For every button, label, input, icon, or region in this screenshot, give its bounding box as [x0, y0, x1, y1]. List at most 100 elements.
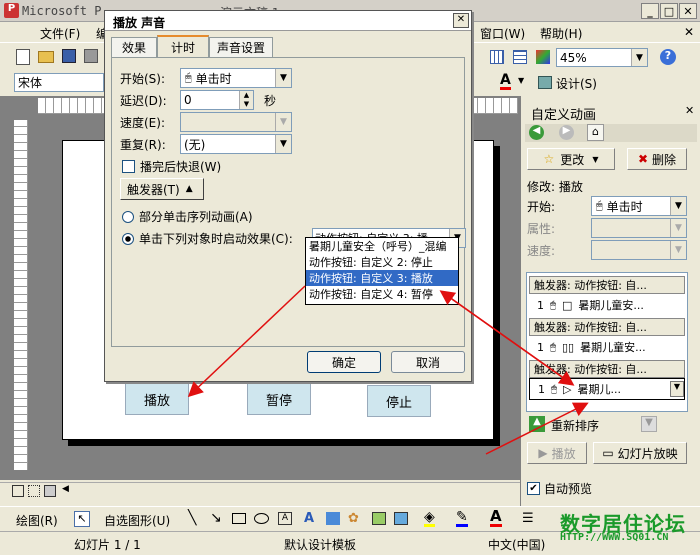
dropdown-option[interactable]: 动作按钮: 自定义 2: 停止 [306, 254, 458, 270]
list-item[interactable]: 1 🖱 ▯▯ 暑期儿童安... [527, 336, 687, 358]
font-color-icon[interactable]: A [500, 73, 511, 90]
oval-icon[interactable] [254, 513, 269, 524]
autopreview-checkbox[interactable]: ✔ 自动预览 [527, 480, 592, 497]
reorder-up-icon[interactable]: ▲ [529, 416, 545, 432]
tab-timing[interactable]: 计时 [157, 35, 209, 58]
grid-icon[interactable] [513, 50, 527, 64]
change-button[interactable]: ☆ 更改 ▼ [527, 148, 615, 170]
list-item[interactable]: 1 🖱 □ 暑期儿童安... [527, 294, 687, 316]
save-icon[interactable] [62, 49, 76, 63]
trigger-header-3[interactable]: 触发器: 动作按钮: 自... [529, 360, 685, 378]
font-name-combo[interactable]: 宋体 [14, 73, 104, 92]
design-icon[interactable] [538, 76, 552, 89]
slideshow-label: 幻灯片放映 [617, 446, 678, 461]
repeat-value: (无) [184, 137, 206, 152]
select-cursor-icon[interactable]: ↖ [74, 511, 90, 527]
textbox-icon[interactable]: A [278, 512, 292, 525]
radio-click-object[interactable]: 单击下列对象时启动效果(C): [122, 230, 293, 247]
dropdown-option[interactable]: 动作按钮: 自定义 4: 暂停 [306, 286, 458, 302]
design-button[interactable]: 设计(S) [556, 75, 597, 92]
play-action-button[interactable]: 播放 [125, 383, 189, 415]
repeat-combo[interactable]: (无) ▼ [180, 134, 292, 154]
dialog-close-icon[interactable]: ✕ [453, 13, 469, 28]
slideshow-view-icon[interactable] [44, 485, 56, 497]
draw-menu[interactable]: 绘图(R) [16, 512, 58, 529]
checkbox-icon[interactable] [122, 160, 135, 173]
list-item-selected[interactable]: 1 🖱 ▷ 暑期儿... ▼ [529, 378, 685, 400]
zoom-combo[interactable]: 45% ▼ [556, 48, 648, 67]
radio-selected-icon[interactable] [122, 232, 134, 245]
trigger-header-2[interactable]: 触发器: 动作按钮: 自... [529, 318, 685, 336]
stop-action-button[interactable]: 停止 [367, 385, 431, 417]
checkbox-checked-icon[interactable]: ✔ [527, 482, 540, 495]
sorter-view-icon[interactable] [28, 485, 40, 497]
trigger-header-1[interactable]: 触发器: 动作按钮: 自... [529, 276, 685, 294]
diagram-icon[interactable] [326, 512, 340, 525]
color-icon[interactable] [536, 50, 550, 64]
home-icon[interactable]: ⌂ [587, 124, 604, 141]
line-style-icon[interactable]: ☰ [522, 511, 534, 526]
delete-button[interactable]: ✖ 删除 [627, 148, 687, 170]
fill-color-icon[interactable]: ◈ [424, 510, 435, 527]
chevron-down-icon[interactable]: ▼ [275, 69, 291, 87]
animation-list[interactable]: 触发器: 动作按钮: 自... 1 🖱 □ 暑期儿童安... 触发器: 动作按钮… [526, 272, 688, 412]
chevron-down-icon[interactable]: ▼ [670, 381, 684, 397]
radio-sequence[interactable]: 部分单击序列动画(A) [122, 208, 253, 225]
tab-sound-settings[interactable]: 声音设置 [209, 37, 273, 57]
chevron-down-icon[interactable]: ▼ [670, 197, 686, 215]
tab-effect[interactable]: 效果 [111, 37, 157, 57]
delay-input[interactable]: 0 ▲ ▼ [180, 90, 254, 110]
play-preview-button[interactable]: ▶ 播放 [527, 442, 587, 464]
menu-help[interactable]: 帮助(H) [540, 25, 582, 42]
pause-action-button[interactable]: 暂停 [247, 383, 311, 415]
open-icon[interactable] [38, 51, 54, 63]
chevron-down-icon[interactable]: ▼ [275, 135, 291, 153]
arrow-icon[interactable]: ↘ [210, 510, 222, 526]
print-icon[interactable] [84, 49, 98, 63]
dropdown-option[interactable]: 暑期儿童安全（呼号）_混编 [306, 238, 458, 254]
forward-icon[interactable]: ▶ [559, 125, 574, 140]
menu-file[interactable]: 文件(F) [40, 25, 80, 42]
play-preview-label: 播放 [551, 446, 576, 461]
pane-nav-bar: ◀ ▶ ⌂ [525, 124, 697, 142]
maximize-button[interactable]: □ [660, 3, 678, 19]
rewind-checkbox[interactable]: 播完后快退(W) [122, 158, 221, 175]
wordart-icon[interactable]: A [304, 511, 314, 526]
delay-spinner[interactable]: ▲ ▼ [239, 91, 253, 109]
trigger-dropdown-list[interactable]: 暑期儿童安全（呼号）_混编 动作按钮: 自定义 2: 停止 动作按钮: 自定义 … [305, 237, 459, 305]
menu-close-icon[interactable]: ✕ [684, 25, 694, 39]
start-combo[interactable]: 🖱 单击时 ▼ [180, 68, 292, 88]
dropdown-option-selected[interactable]: 动作按钮: 自定义 3: 播放 [306, 270, 458, 286]
line-icon[interactable]: ╲ [188, 510, 196, 526]
back-icon[interactable]: ◀ [529, 125, 544, 140]
close-button[interactable]: ✕ [679, 3, 697, 19]
start-combo[interactable]: 🖱 单击时 ▼ [591, 196, 687, 216]
trigger-button[interactable]: 触发器(T) ▲ [120, 178, 204, 200]
dialog-title-bar: 播放 声音 ✕ [105, 11, 471, 31]
radio-sequence-label: 部分单击序列动画(A) [139, 210, 253, 224]
autoshape-menu[interactable]: 自选图形(U) [104, 512, 170, 529]
scroll-left-icon[interactable]: ◀ [62, 484, 69, 494]
rectangle-icon[interactable] [232, 513, 246, 524]
clipart-icon[interactable]: ✿ [348, 511, 359, 526]
help-icon[interactable]: ? [660, 49, 676, 65]
picture-icon[interactable] [372, 512, 386, 525]
slideshow-button[interactable]: ▭ 幻灯片放映 [593, 442, 687, 464]
ok-button[interactable]: 确定 [307, 351, 381, 373]
menu-window[interactable]: 窗口(W) [480, 25, 525, 42]
image-icon[interactable] [394, 512, 408, 525]
new-icon[interactable] [16, 49, 30, 65]
chevron-down-icon[interactable]: ▼ [631, 49, 647, 66]
radio-icon[interactable] [122, 210, 134, 223]
anim-text: 暑期儿... [577, 383, 621, 396]
minimize-button[interactable]: _ [641, 3, 659, 19]
reorder-down-icon[interactable]: ▼ [641, 416, 657, 432]
line-color-icon[interactable]: ✎ [456, 510, 468, 527]
cancel-button[interactable]: 取消 [391, 351, 465, 373]
normal-view-icon[interactable] [12, 485, 24, 497]
font-color-icon[interactable]: A [490, 509, 502, 527]
table-icon[interactable] [490, 50, 504, 64]
play-sound-dialog: 播放 声音 ✕ 效果 计时 声音设置 开始(S): 🖱 单击时 ▼ 延迟(D):… [104, 10, 472, 382]
pane-close-icon[interactable]: ✕ [685, 104, 694, 117]
chevron-down-icon[interactable]: ▼ [518, 76, 524, 85]
